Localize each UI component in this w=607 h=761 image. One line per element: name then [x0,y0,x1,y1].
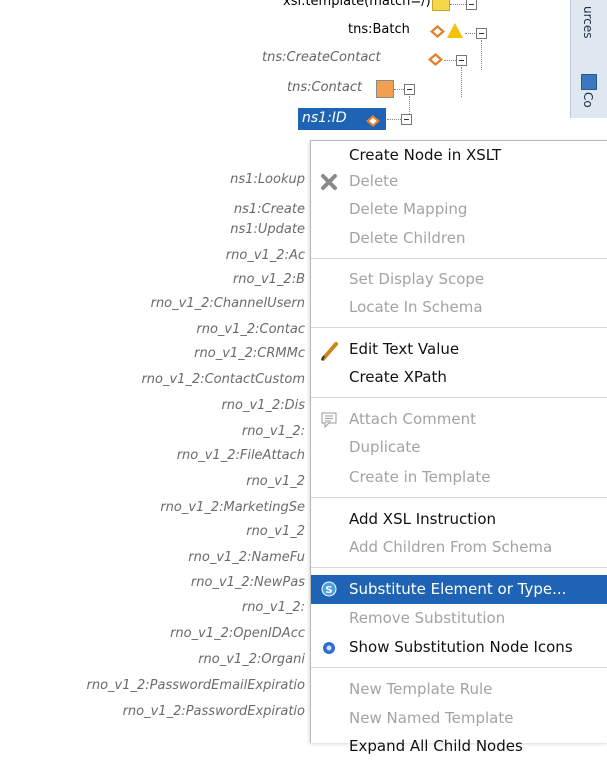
tab-components[interactable]: Co [581,92,595,108]
menu-item-create-node[interactable]: Create Node in XSLT [311,141,607,170]
tree-node[interactable]: ns1:Create [234,202,305,217]
menu-item-create-in-template[interactable]: Create in Template [311,463,607,492]
menu-item-label: Substitute Element or Type... [349,580,567,598]
menu-item-label: Remove Substitution [349,609,506,627]
tree-node[interactable]: rno_v1_2 [246,474,305,489]
xslt-node-icon [430,25,445,38]
menu-item-attach-comment[interactable]: Attach Comment [311,405,607,434]
menu-separator [311,327,607,328]
menu-separator [311,497,607,498]
tree-node-template[interactable]: xsl:template(match=/) [283,0,431,9]
menu-item-add-xsl-instruction[interactable]: Add XSL Instruction [311,505,607,534]
gear-dot-icon [320,639,338,657]
tree-node[interactable]: rno_v1_2 [246,524,305,539]
tree-node[interactable]: rno_v1_2:B [233,272,305,287]
tree-node[interactable]: rno_v1_2:NewPas [191,575,305,590]
mapper-tree: ns1:Lookup ns1:Create ns1:Update rno_v1_… [0,0,306,742]
x-icon [320,173,338,191]
menu-item-label: Attach Comment [349,410,476,428]
tree-node[interactable]: rno_v1_2:PasswordEmailExpiratio [87,678,306,693]
tree-node[interactable]: rno_v1_2:Organi [198,652,305,667]
collapse-icon[interactable] [401,114,412,125]
pencil-icon [320,341,338,361]
folder-icon [432,0,450,11]
menu-item-label: Locate In Schema [349,298,483,316]
menu-item-label: Create XPath [349,368,447,386]
speech-bubble-icon [320,411,338,429]
menu-item-label: Create in Template [349,468,491,486]
tree-node[interactable]: rno_v1_2:Contac [196,322,305,337]
menu-item-remove-substitution[interactable]: Remove Substitution [311,604,607,633]
menu-item-delete-mapping[interactable]: Delete Mapping [311,195,607,224]
tree-node[interactable]: rno_v1_2:Dis [221,398,305,413]
menu-item-label: Delete [349,172,399,190]
menu-item-edit-text-value[interactable]: Edit Text Value [311,335,607,364]
menu-item-label: Delete Children [349,229,466,247]
menu-item-delete[interactable]: Delete [311,167,607,196]
menu-item-duplicate[interactable]: Duplicate [311,433,607,462]
tree-node[interactable]: rno_v1_2:ContactCustom [141,372,305,387]
s-circle-icon: S [320,580,338,598]
menu-item-new-template-rule[interactable]: New Template Rule [311,675,607,704]
menu-item-label: Add XSL Instruction [349,510,497,528]
tree-node[interactable]: rno_v1_2:FileAttach [177,448,305,463]
menu-separator [311,567,607,568]
tree-node[interactable]: ns1:Lookup [230,172,305,187]
menu-item-label: Set Display Scope [349,270,485,288]
menu-item-new-named-template[interactable]: New Named Template [311,704,607,733]
grid-icon [581,74,597,90]
collapse-icon[interactable] [466,0,477,10]
menu-separator [311,397,607,398]
selected-node-highlight[interactable]: ns1:ID [298,108,386,130]
menu-item-set-display-scope[interactable]: Set Display Scope [311,265,607,294]
xslt-node-icon [428,53,443,66]
menu-item-create-xpath[interactable]: Create XPath [311,363,607,392]
collapse-icon[interactable] [476,28,487,39]
menu-item-label: Edit Text Value [349,340,460,358]
tree-node-batch[interactable]: tns:Batch [348,22,410,37]
menu-item-label: Show Substitution Node Icons [349,638,573,656]
menu-item-expand-all[interactable]: Expand All Child Nodes [311,732,607,761]
tree-node-id: ns1:ID [302,110,347,126]
menu-item-locate-in-schema[interactable]: Locate In Schema [311,293,607,322]
tree-node[interactable]: rno_v1_2:NameFu [188,550,305,565]
xslt-node-icon [366,112,380,131]
svg-text:S: S [325,585,332,596]
menu-item-label: Create Node in XSLT [349,146,502,164]
menu-item-substitute-element[interactable]: S Substitute Element or Type... [311,575,607,604]
tree-node[interactable]: rno_v1_2: [242,424,305,439]
menu-item-add-children-from-schema[interactable]: Add Children From Schema [311,533,607,562]
tree-node[interactable]: rno_v1_2: [242,600,305,615]
tab-sources[interactable]: urces [581,6,595,39]
tree-node[interactable]: rno_v1_2:CRMMc [194,346,305,361]
menu-item-delete-children[interactable]: Delete Children [311,224,607,253]
menu-item-label: Add Children From Schema [349,538,553,556]
tree-node[interactable]: rno_v1_2:OpenIDAcc [170,626,305,641]
tree-node[interactable]: ns1:Update [230,222,305,237]
menu-separator [311,258,607,259]
tree-node-contact[interactable]: tns:Contact [287,80,362,95]
menu-item-label: New Named Template [349,709,514,727]
menu-item-label: Delete Mapping [349,200,468,218]
tree-node[interactable]: rno_v1_2:PasswordExpiratio [123,704,305,719]
menu-separator [311,667,607,668]
menu-item-label: Duplicate [349,438,421,456]
menu-item-show-substitution-icons[interactable]: Show Substitution Node Icons [311,633,607,662]
menu-item-label: Expand All Child Nodes [349,737,523,755]
tree-node-create-contact[interactable]: tns:CreateContact [262,50,381,65]
tree-node[interactable]: rno_v1_2:MarketingSe [160,500,305,515]
side-panel-tabs: urces Co [570,0,607,118]
tree-node[interactable]: rno_v1_2:Ac [226,248,305,263]
collapse-icon[interactable] [456,55,467,66]
menu-item-label: New Template Rule [349,680,493,698]
warning-icon [447,23,463,38]
collapse-icon[interactable] [404,84,415,95]
element-icon [376,80,394,98]
tree-node[interactable]: rno_v1_2:ChannelUsern [151,296,305,311]
context-menu: Create Node in XSLT Delete Delete Mappin… [310,140,607,755]
